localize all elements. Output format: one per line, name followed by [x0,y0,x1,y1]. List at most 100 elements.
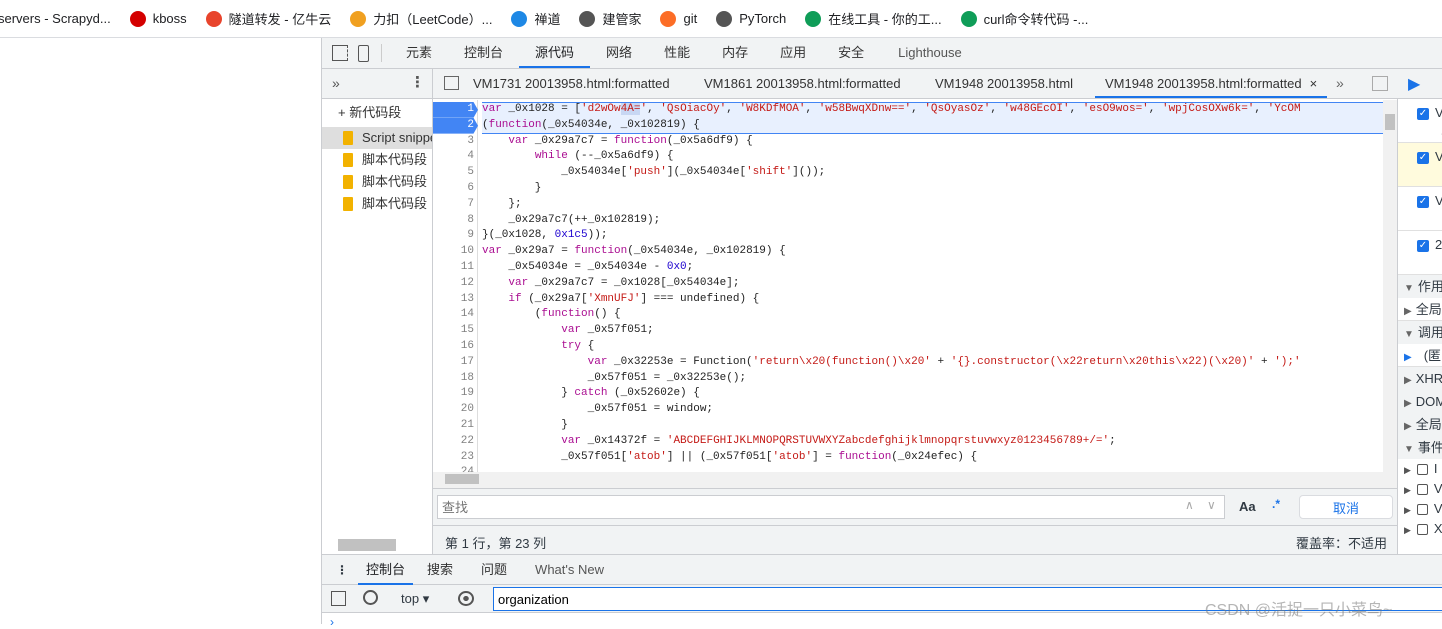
snippet-item[interactable]: 脚本代码段 [322,171,432,193]
line-number[interactable]: 21 [433,418,478,434]
line-number[interactable]: 4 [433,149,478,165]
snippet-item[interactable]: 脚本代码段 [322,149,432,171]
line-number[interactable]: 3 [433,134,478,150]
coverage-status[interactable]: 覆盖率：不适用 [1296,533,1387,552]
line-number[interactable]: 7 [433,197,478,213]
line-number[interactable]: 24 [433,465,478,472]
device-toolbar-icon[interactable] [358,44,369,62]
toggle-navigator-icon[interactable] [444,76,459,90]
horizontal-scrollbar[interactable] [433,472,1397,488]
line-number[interactable]: 18 [433,371,478,387]
line-number[interactable]: 5 [433,165,478,181]
bookmark-item[interactable]: PyTorch [716,10,786,27]
bookmark-item[interactable]: 力扣（LeetCode）... [350,9,492,28]
drawer-tab[interactable]: What's New [521,555,618,585]
live-expression-eye-icon[interactable] [458,591,474,606]
line-number[interactable]: 13 [433,292,478,308]
checkbox-checked[interactable]: ✓ [1417,107,1429,120]
checkbox-checked[interactable]: ✓ [1417,239,1429,252]
next-match-icon[interactable]: ∨ [1207,498,1216,512]
snippet-item[interactable]: 脚本代码段 [322,193,432,215]
regex-button[interactable]: .* [1272,497,1280,511]
breakpoint-item[interactable]: ✓V_ [1398,99,1442,143]
checkbox-checked[interactable]: ✓ [1417,151,1429,164]
tab-3[interactable]: 网络 [590,38,648,68]
breakpoint-item[interactable]: ✓V( [1398,187,1442,231]
line-number[interactable]: 2 [433,117,478,134]
inspect-element-icon[interactable] [332,45,348,61]
drawer-tab[interactable]: 问题 [467,555,521,585]
show-sidebar-icon[interactable] [331,591,346,606]
tab-2[interactable]: 源代码 [519,38,591,68]
source-tab[interactable]: VM1948 20013958.html [925,69,1083,98]
line-number[interactable]: 12 [433,276,478,292]
toggle-debugger-icon[interactable] [1372,76,1388,91]
match-case-button[interactable]: Aa [1239,499,1256,514]
tab-1[interactable]: 控制台 [448,38,519,68]
snippet-item[interactable]: Script snippet [322,127,432,149]
tab-0[interactable]: 元素 [390,38,448,68]
bookmark-item[interactable]: 在线工具 - 你的工... [805,9,942,28]
source-tab[interactable]: VM1948 20013958.html:formatted × [1095,69,1328,98]
line-number[interactable]: 17 [433,355,478,371]
line-number[interactable]: 14 [433,307,478,323]
expand-navigator-icon[interactable]: » [332,75,340,91]
breakpoint-item[interactable]: ✓2d [1398,231,1442,275]
checkbox[interactable] [1416,484,1428,496]
search-input[interactable] [437,495,1225,519]
bookmark-item[interactable]: kboss [129,10,187,27]
clear-console-icon[interactable] [363,590,378,605]
context-selector[interactable]: top ▾ [401,591,429,607]
resume-icon[interactable]: ▶︎ [1408,74,1420,94]
checkbox[interactable] [1416,464,1428,476]
code-editor[interactable]: 1 var _0x1028 = ['d2wOw4A=', 'QsOiacOy', … [433,100,1397,472]
previous-match-icon[interactable]: ∧ [1185,498,1194,512]
panel-section[interactable]: ▼ 事件 [1398,436,1442,459]
more-tabs-icon[interactable]: » [1336,75,1344,91]
new-snippet-button[interactable]: + 新代码段 [322,99,432,127]
source-tab[interactable]: VM1731 20013958.html:formatted [463,69,680,98]
line-number[interactable]: 16 [433,339,478,355]
tab-5[interactable]: 内存 [706,38,764,68]
line-number[interactable]: 6 [433,181,478,197]
drawer-tab[interactable]: 控制台 [358,555,414,585]
panel-section[interactable]: ▼ 调用 [1398,321,1442,344]
checkbox-checked[interactable]: ✓ [1417,195,1429,208]
tab-4[interactable]: 性能 [648,38,706,68]
line-number[interactable]: 11 [433,260,478,276]
line-number[interactable]: 22 [433,434,478,450]
more-options-icon[interactable]: ⋮ [410,73,425,91]
source-tab[interactable]: VM1861 20013958.html:formatted [694,69,911,98]
event-listener-item[interactable]: ▶ V [1398,479,1442,499]
panel-section[interactable]: ▶ (匿 [1398,344,1442,367]
line-number[interactable]: 9 [433,228,478,244]
panel-section[interactable]: ▶ 全局 [1398,413,1442,436]
bookmark-item[interactable]: 禅道 [511,9,560,28]
tab-6[interactable]: 应用 [764,38,822,68]
bookmark-item[interactable]: curl命令转代码 -... [960,9,1088,28]
vertical-scrollbar[interactable] [1383,100,1397,472]
bookmark-item[interactable]: servers - Scrapyd... [0,11,111,26]
tab-7[interactable]: 安全 [822,38,880,68]
bookmark-item[interactable]: git [660,10,697,27]
tab-8[interactable]: Lighthouse [880,38,978,68]
event-listener-item[interactable]: ▶ I [1398,459,1442,479]
bookmark-item[interactable]: 建管家 [579,9,641,28]
panel-section[interactable]: ▶ XHR [1398,367,1442,390]
panel-section[interactable]: ▼ 作用 [1398,275,1442,298]
close-tab-icon[interactable]: × [1310,76,1318,91]
drawer-tab[interactable]: 搜索 [413,555,467,585]
checkbox[interactable] [1416,504,1428,516]
event-listener-item[interactable]: ▶ V [1398,499,1442,519]
line-number[interactable]: 20 [433,402,478,418]
line-number[interactable]: 1 [433,102,478,118]
breakpoint-item[interactable]: ✓Vv [1398,143,1442,187]
cancel-search-button[interactable]: 取消 [1299,495,1393,519]
panel-section[interactable]: ▶DOM [1398,390,1442,413]
line-number[interactable]: 10 [433,244,478,260]
navigator-scrollbar[interactable] [338,539,396,551]
panel-section[interactable]: ▶ 全局 [1398,298,1442,321]
drawer-menu-icon[interactable]: ⋮ [336,563,348,577]
line-number[interactable]: 15 [433,323,478,339]
bookmark-item[interactable]: 隧道转发 - 亿牛云 [205,9,331,28]
